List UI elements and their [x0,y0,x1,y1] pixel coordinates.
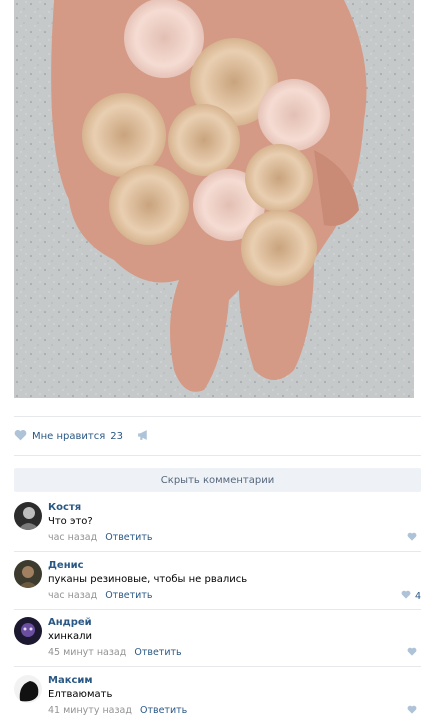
heart-icon [407,532,417,544]
comment-author[interactable]: Максим [48,675,93,686]
like-label: Мне нравится [32,430,106,442]
comment-time[interactable]: 41 минуту назад [48,705,132,716]
avatar[interactable] [14,675,42,703]
avatar[interactable] [14,502,42,530]
comment-time[interactable]: 45 минут назад [48,647,126,658]
avatar[interactable] [14,617,42,645]
reply-button[interactable]: Ответить [105,532,152,543]
heart-icon [407,647,417,659]
comment-meta: 41 минуту назад Ответить [48,705,187,716]
avatar[interactable] [14,560,42,588]
comment-meta: 45 минут назад Ответить [48,647,182,658]
reply-button[interactable]: Ответить [140,705,187,716]
comment-divider [14,609,421,610]
comment-divider [14,551,421,552]
comment-meta: час назад Ответить [48,590,152,601]
comment-text: Что это? [48,516,93,527]
comment-divider [14,666,421,667]
comment-author[interactable]: Андрей [48,617,92,628]
heart-icon [401,590,411,602]
comment-like-button[interactable] [407,647,421,659]
comment-like-count: 4 [414,590,421,602]
divider-top [14,416,421,417]
like-count: 23 [110,430,123,442]
comment: Максим Елтваюмать 41 минуту назад Ответи… [14,675,421,725]
comment-like-button[interactable] [407,532,421,544]
megaphone-icon[interactable] [137,429,150,444]
heart-icon [407,705,417,717]
comment-author[interactable]: Денис [48,560,84,571]
comment-time[interactable]: час назад [48,590,97,601]
comment-like-button[interactable]: 4 [401,590,421,602]
comment-time[interactable]: час назад [48,532,97,543]
post-photo[interactable] [14,0,414,398]
reply-button[interactable]: Ответить [134,647,181,658]
heart-icon [14,429,27,444]
comment-meta: час назад Ответить [48,532,152,543]
post-actions: Мне нравится 23 [14,424,421,448]
comment-text: Елтваюмать [48,689,113,700]
comment-author[interactable]: Костя [48,502,81,513]
comment-like-button[interactable] [407,705,421,717]
comment-text: хинкали [48,631,93,642]
reply-button[interactable]: Ответить [105,590,152,601]
comment-text: пуканы резиновые, чтобы не рвались [48,574,248,585]
hide-comments-button[interactable]: Скрыть комментарии [14,468,421,492]
divider-bottom [14,455,421,456]
like-button[interactable]: Мне нравится 23 [14,429,123,444]
